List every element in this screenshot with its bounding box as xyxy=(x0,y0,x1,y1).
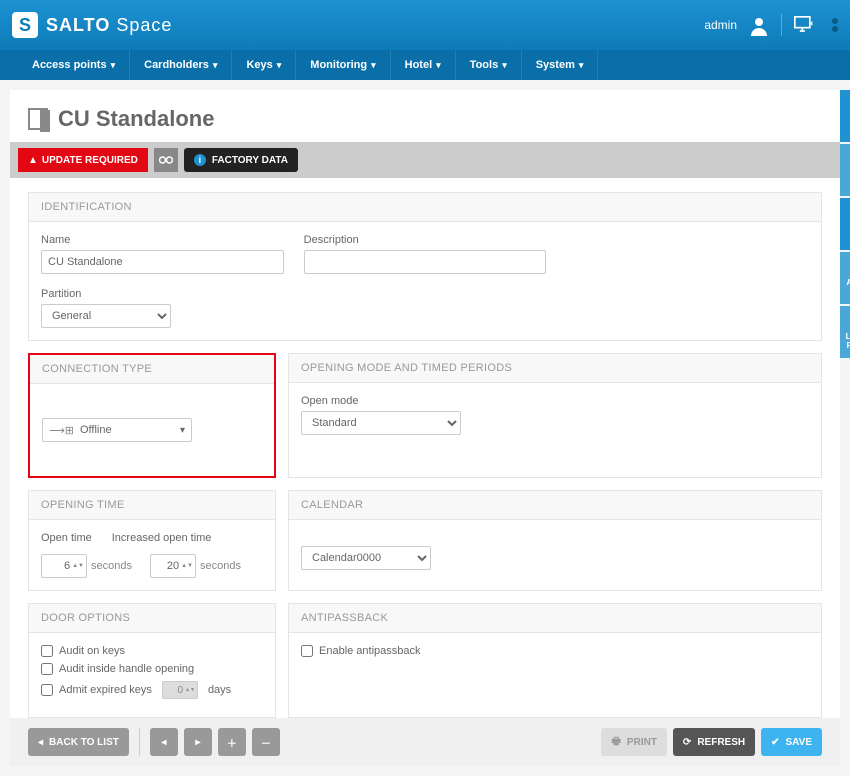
menu-hotel[interactable]: Hotel▾ xyxy=(391,50,456,80)
card-header: DOOR OPTIONS xyxy=(29,604,275,633)
alert-link-icon[interactable] xyxy=(154,148,178,172)
brand-logo-icon: S xyxy=(12,12,38,38)
refresh-button[interactable]: ⟳REFRESH xyxy=(673,728,755,756)
description-input[interactable] xyxy=(304,250,547,274)
menu-tools[interactable]: Tools▾ xyxy=(456,50,522,80)
back-to-list-button[interactable]: ◂BACK TO LIST xyxy=(28,728,129,756)
info-icon: i xyxy=(194,154,206,166)
admit-expired-days-input[interactable]: 0▲▼ xyxy=(162,681,198,699)
card-identification: IDENTIFICATION Name Description Partitio… xyxy=(28,192,822,341)
page: CU Standalone ▲ UPDATE REQUIRED i FACTOR… xyxy=(10,90,840,718)
open-mode-label: Open mode xyxy=(301,395,809,407)
print-button[interactable]: 🖶PRINT xyxy=(601,728,666,756)
sidetab-locations-functions[interactable]: LOCATIONS/ FUNCTIONS xyxy=(840,306,850,358)
door-icon xyxy=(28,108,48,130)
enable-antipassback-checkbox[interactable]: Enable antipassback xyxy=(301,645,809,657)
card-antipassback: ANTIPASSBACK Enable antipassback xyxy=(288,603,822,718)
spinner-icon[interactable]: ▲▼ xyxy=(181,563,193,569)
alert-bar: ▲ UPDATE REQUIRED i FACTORY DATA xyxy=(10,142,840,178)
spinner-icon[interactable]: ▲▼ xyxy=(72,563,84,569)
warning-icon: ▲ xyxy=(28,155,38,166)
menu-keys[interactable]: Keys▾ xyxy=(232,50,296,80)
content-scroll[interactable]: IDENTIFICATION Name Description Partitio… xyxy=(10,178,840,718)
chevron-right-icon: ▸ xyxy=(195,737,200,748)
name-input[interactable] xyxy=(41,250,284,274)
next-button[interactable]: ▸ xyxy=(184,728,212,756)
audit-on-keys-checkbox[interactable]: Audit on keys xyxy=(41,645,263,657)
topbar: S SALTO Space admin xyxy=(0,0,850,50)
card-header: ANTIPASSBACK xyxy=(289,604,821,633)
open-time-input[interactable]: 6▲▼ xyxy=(41,554,87,578)
name-label: Name xyxy=(41,234,284,246)
card-header: CALENDAR xyxy=(289,491,821,520)
sidetab-users[interactable]: USERS xyxy=(840,90,850,142)
increased-open-time-unit: seconds xyxy=(200,560,241,572)
sidetab-zones[interactable]: ZONES xyxy=(840,198,850,250)
card-header: OPENING MODE AND TIMED PERIODS xyxy=(289,354,821,383)
menu-cardholders[interactable]: Cardholders▾ xyxy=(130,50,232,80)
partition-select[interactable]: General xyxy=(41,304,171,328)
update-required-badge[interactable]: ▲ UPDATE REQUIRED xyxy=(18,148,148,172)
page-header: CU Standalone xyxy=(10,90,840,142)
remove-button[interactable]: － xyxy=(252,728,280,756)
partition-label: Partition xyxy=(41,288,809,300)
offline-icon: ⟶⊞ xyxy=(49,424,74,437)
refresh-icon: ⟳ xyxy=(683,737,691,748)
user-name[interactable]: admin xyxy=(704,18,737,32)
page-title: CU Standalone xyxy=(58,106,214,132)
plus-icon: ＋ xyxy=(227,735,237,750)
save-button[interactable]: ✔SAVE xyxy=(761,728,822,756)
card-calendar: CALENDAR Calendar0000 xyxy=(288,490,822,591)
info-dots-icon[interactable] xyxy=(832,18,838,32)
card-header: CONNECTION TYPE xyxy=(30,355,274,384)
menu-system[interactable]: System▾ xyxy=(522,50,599,80)
menubar: Access points▾ Cardholders▾ Keys▾ Monito… xyxy=(0,50,850,80)
card-opening-mode: OPENING MODE AND TIMED PERIODS Open mode… xyxy=(288,353,822,478)
card-door-options: DOOR OPTIONS Audit on keys Audit inside … xyxy=(28,603,276,718)
description-label: Description xyxy=(304,234,547,246)
footer: ◂BACK TO LIST ◂ ▸ ＋ － 🖶PRINT ⟳REFRESH ✔S… xyxy=(10,718,840,766)
card-header: IDENTIFICATION xyxy=(29,193,821,222)
sidetab-access-levels[interactable]: ACCESS LEVELS xyxy=(840,144,850,196)
open-mode-select[interactable]: Standard xyxy=(301,411,461,435)
audit-inside-handle-checkbox[interactable]: Audit inside handle opening xyxy=(41,663,263,675)
monitor-icon[interactable] xyxy=(794,16,814,34)
sidetab-automatic-outputs[interactable]: AUTOMATIC OUTPUTS xyxy=(840,252,850,304)
card-connection-type: CONNECTION TYPE ⟶⊞ Offline ▾ xyxy=(28,353,276,478)
chevron-left-icon: ◂ xyxy=(161,737,166,748)
user-icon[interactable] xyxy=(749,16,769,34)
card-header: OPENING TIME xyxy=(29,491,275,520)
brand-text: SALTO Space xyxy=(46,15,172,36)
calendar-select[interactable]: Calendar0000 xyxy=(301,546,431,570)
factory-data-badge[interactable]: i FACTORY DATA xyxy=(184,148,298,172)
increased-open-time-input[interactable]: 20▲▼ xyxy=(150,554,196,578)
open-time-label: Open time xyxy=(41,532,92,544)
print-icon: 🖶 xyxy=(611,734,620,751)
card-opening-time: OPENING TIME Open time Increased open ti… xyxy=(28,490,276,591)
minus-icon: － xyxy=(261,735,271,750)
open-time-unit: seconds xyxy=(91,560,132,572)
topbar-right: admin xyxy=(704,14,838,36)
check-icon: ✔ xyxy=(771,737,779,748)
menu-monitoring[interactable]: Monitoring▾ xyxy=(296,50,390,80)
brand[interactable]: S SALTO Space xyxy=(12,12,172,38)
chevron-left-icon: ◂ xyxy=(38,737,43,748)
increased-open-time-label: Increased open time xyxy=(112,532,212,544)
menu-access-points[interactable]: Access points▾ xyxy=(18,50,130,80)
side-tabs: USERS ACCESS LEVELS ZONES AUTOMATIC OUTP… xyxy=(840,90,850,360)
add-button[interactable]: ＋ xyxy=(218,728,246,756)
admit-expired-keys-checkbox[interactable]: Admit expired keys 0▲▼ days xyxy=(41,681,263,699)
connection-type-select[interactable]: ⟶⊞ Offline ▾ xyxy=(42,418,192,442)
prev-button[interactable]: ◂ xyxy=(150,728,178,756)
chevron-down-icon: ▾ xyxy=(180,425,185,436)
